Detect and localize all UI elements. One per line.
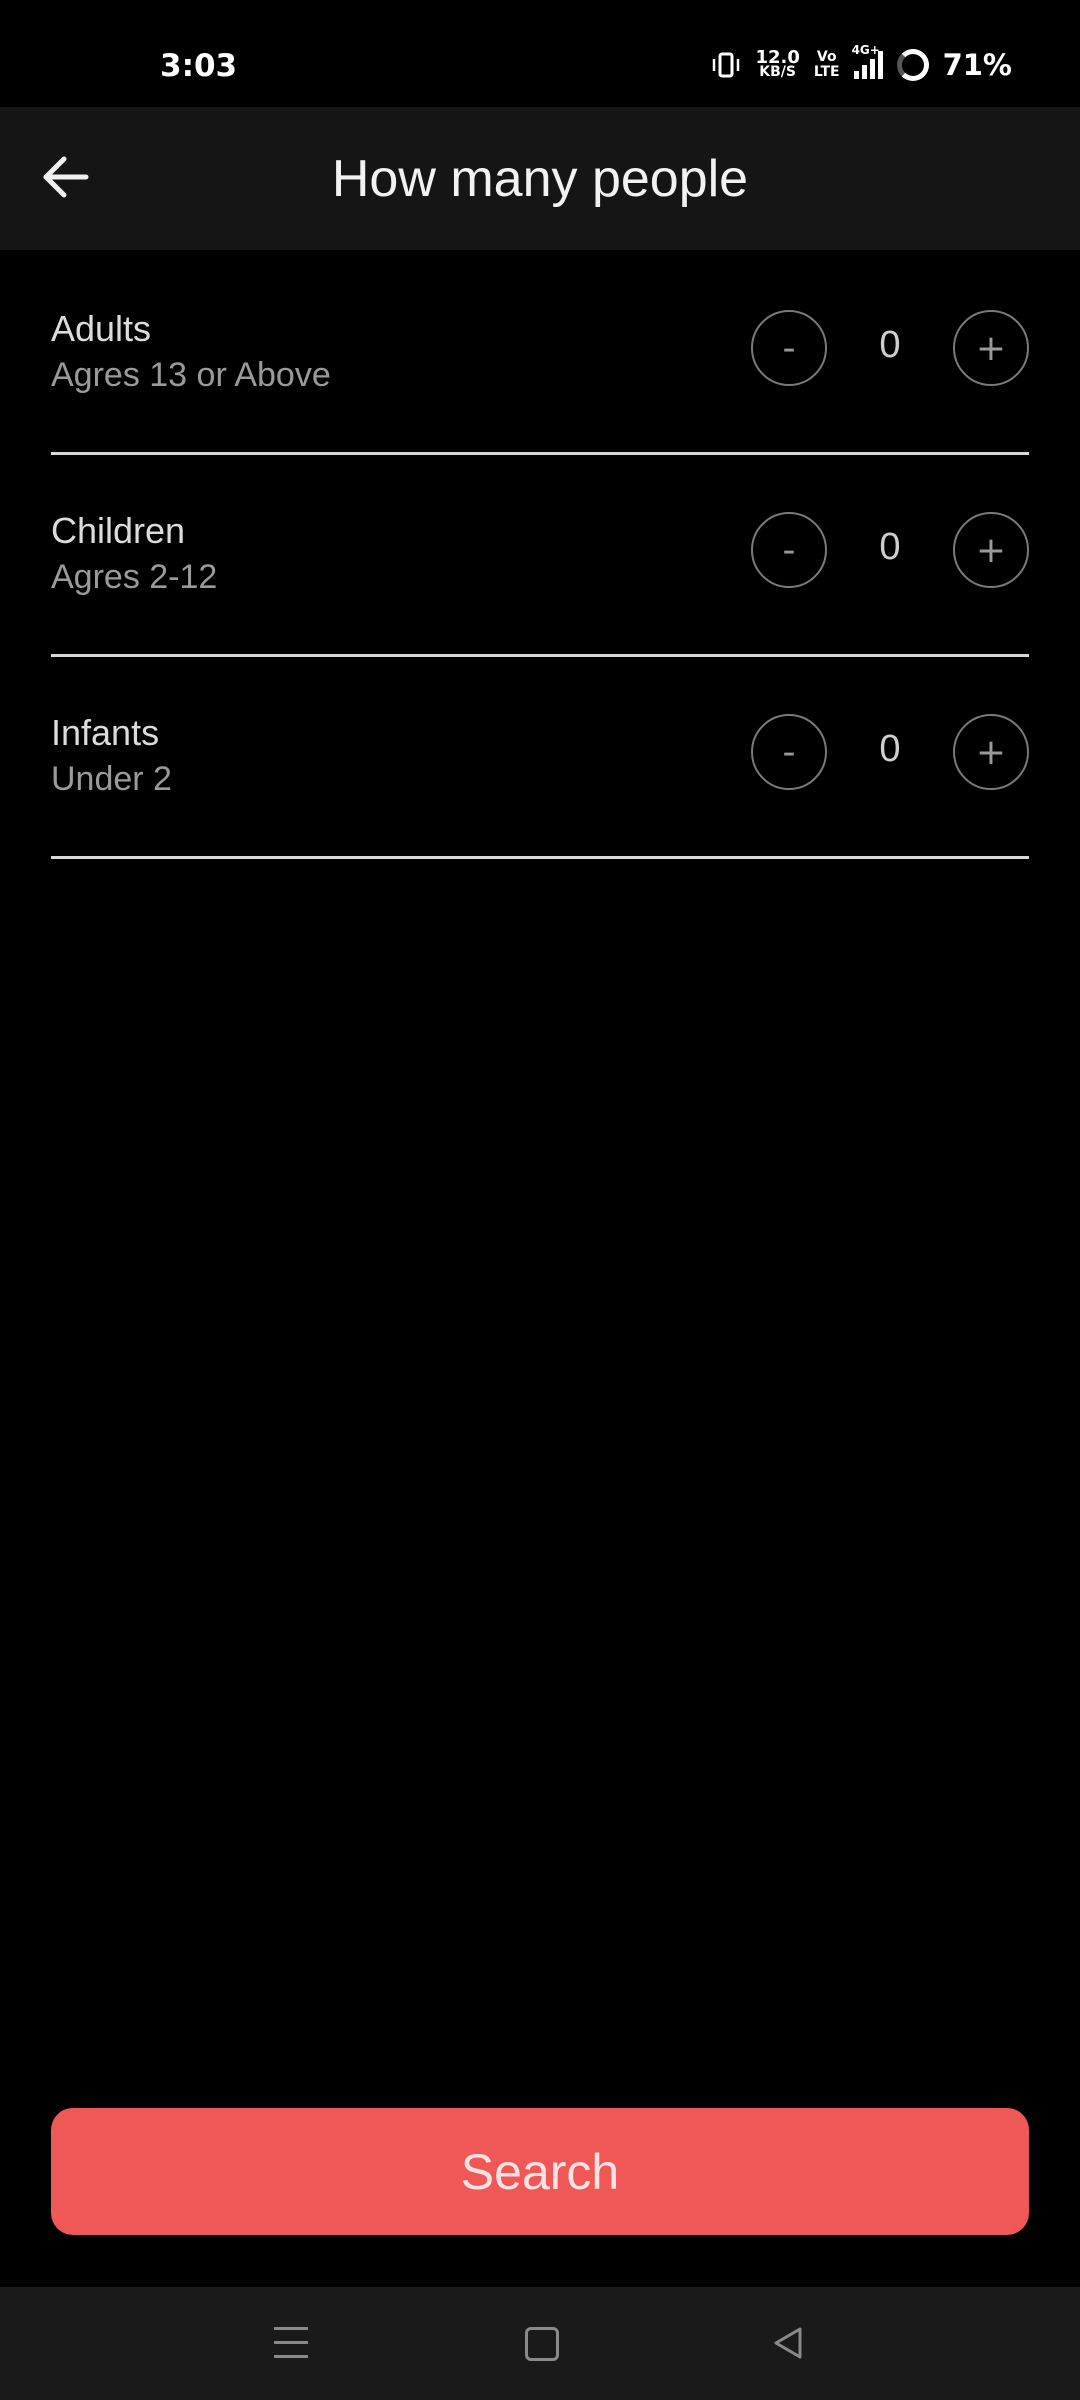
volte-top: Vo — [816, 49, 837, 65]
app-header: How many people — [0, 107, 1080, 250]
adults-count: 0 — [879, 324, 901, 366]
status-time: 3:03 — [160, 48, 238, 84]
row-title: Children — [51, 510, 186, 551]
row-children: Children Agres 2-12 - 0 + — [51, 452, 1029, 657]
row-adults: Adults Agres 13 or Above - 0 + — [51, 250, 1029, 455]
row-title: Infants — [51, 712, 160, 753]
home-square-icon[interactable] — [525, 2327, 559, 2361]
children-stepper: - 0 + — [751, 512, 1029, 588]
vibrate-icon — [713, 52, 740, 78]
children-decrement-button[interactable]: - — [751, 512, 827, 588]
infants-stepper: - 0 + — [751, 714, 1029, 790]
battery-percent: 71% — [942, 48, 1012, 82]
status-bar: 3:03 12.0 KB/S Vo LTE 4G+ 71% — [0, 0, 1080, 107]
row-infants: Infants Under 2 - 0 + — [51, 654, 1029, 859]
row-title: Adults — [51, 308, 152, 349]
infants-increment-button[interactable]: + — [953, 714, 1029, 790]
volte-bottom: LTE — [813, 64, 840, 80]
data-rate-unit: KB/S — [759, 64, 796, 80]
data-rate-value: 12.0 — [755, 47, 800, 68]
children-count: 0 — [879, 526, 901, 568]
menu-icon[interactable] — [274, 2327, 308, 2359]
back-triangle-icon[interactable] — [770, 2325, 806, 2361]
children-increment-button[interactable]: + — [953, 512, 1029, 588]
adults-stepper: - 0 + — [751, 310, 1029, 386]
battery-ring-icon — [896, 49, 929, 81]
infants-decrement-button[interactable]: - — [751, 714, 827, 790]
row-subtitle: Agres 2-12 — [51, 558, 218, 596]
system-nav-bar — [0, 2287, 1080, 2400]
adults-increment-button[interactable]: + — [953, 310, 1029, 386]
status-icons: 12.0 KB/S Vo LTE 4G+ 71% — [711, 43, 1012, 82]
adults-decrement-button[interactable]: - — [751, 310, 827, 386]
signal-indicator: 4G+ — [852, 43, 883, 79]
row-subtitle: Agres 13 or Above — [51, 356, 331, 394]
row-subtitle: Under 2 — [51, 760, 172, 798]
network-type: 4G+ — [851, 43, 880, 57]
page-title: How many people — [331, 150, 749, 208]
search-button[interactable]: Search — [51, 2108, 1029, 2235]
volte-indicator: Vo LTE — [814, 50, 840, 80]
infants-count: 0 — [879, 728, 901, 770]
data-rate: 12.0 KB/S — [755, 47, 800, 80]
